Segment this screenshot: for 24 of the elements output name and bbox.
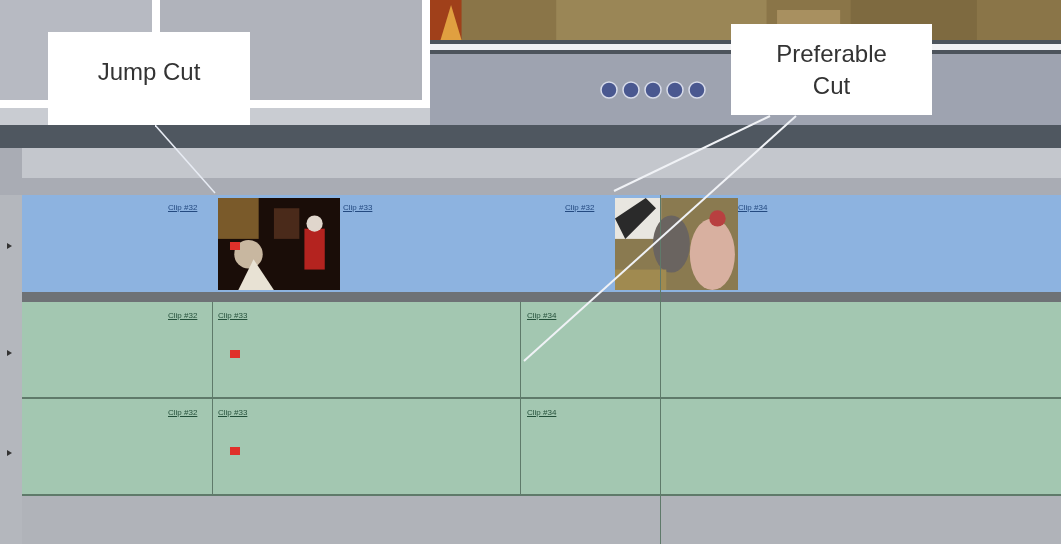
marker-icon — [230, 447, 240, 455]
track-arrow-icon[interactable] — [7, 243, 12, 249]
track-arrow-icon[interactable] — [7, 450, 12, 456]
control-icon[interactable] — [644, 80, 662, 99]
control-icon[interactable] — [600, 80, 618, 99]
clip-label[interactable]: Clip #34 — [738, 202, 768, 214]
clip-label[interactable]: Clip #32 — [168, 202, 198, 214]
callout-text: Jump Cut — [97, 57, 201, 87]
clip-label[interactable]: Clip #32 — [168, 407, 198, 419]
clip-label[interactable]: Clip #33 — [218, 407, 248, 419]
control-icon[interactable] — [666, 80, 684, 99]
marker-icon — [230, 350, 240, 358]
clip-label[interactable]: Clip #34 — [527, 310, 557, 322]
callout-text: Preferable Cut — [775, 38, 888, 101]
clip-label[interactable]: Clip #32 — [168, 310, 198, 322]
clip-label[interactable]: Clip #34 — [527, 407, 557, 419]
leader-line — [155, 125, 217, 195]
control-icon[interactable] — [688, 80, 706, 99]
clip-label[interactable]: Clip #33 — [343, 202, 373, 214]
track-arrow-icon[interactable] — [7, 350, 12, 356]
clip-label[interactable]: Clip #33 — [218, 310, 248, 322]
marker-icon — [230, 242, 240, 250]
clip-label[interactable]: Clip #32 — [565, 202, 595, 214]
control-icon[interactable] — [622, 80, 640, 99]
